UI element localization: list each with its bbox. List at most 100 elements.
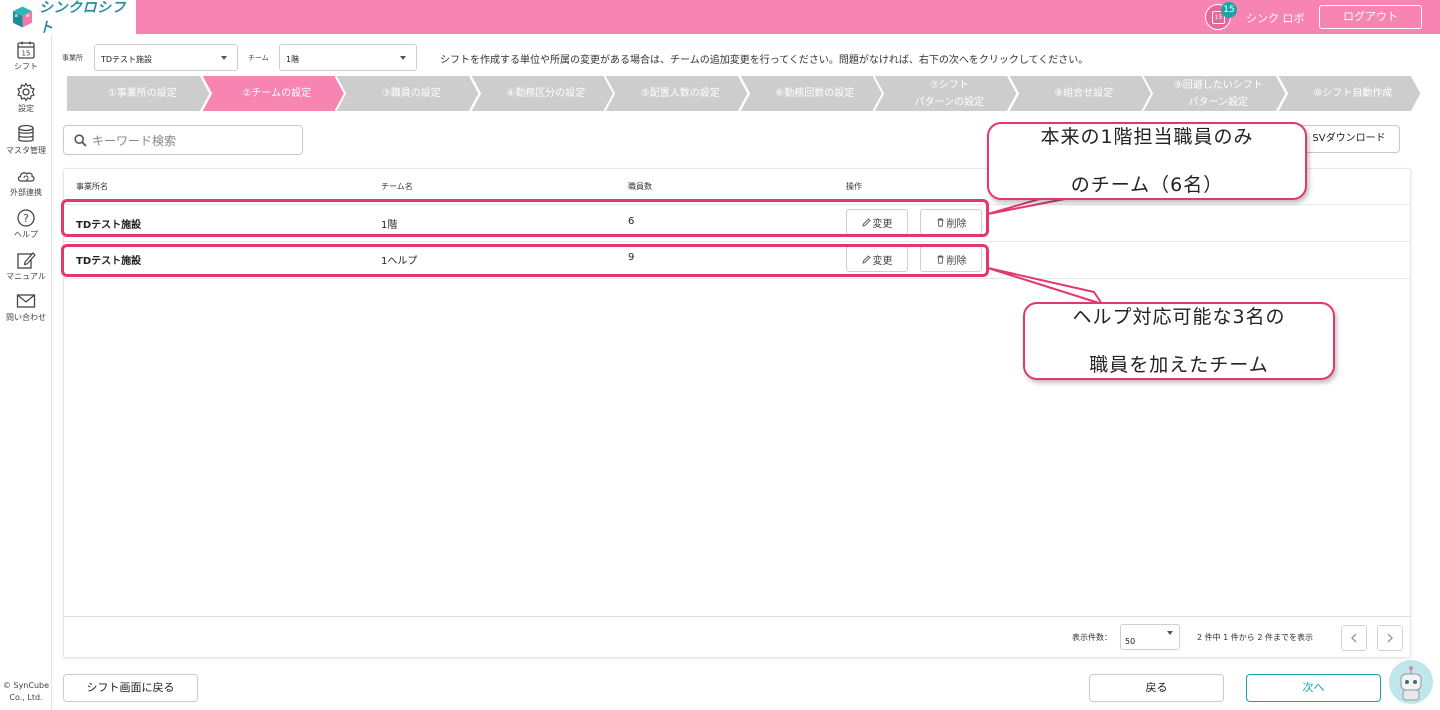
edit-icon [17,252,36,269]
sidebar-item-label: ヘルプ [14,230,38,239]
step-label-line: ③職員の設定 [381,88,441,99]
step-1[interactable]: ①事業所の設定 [66,75,211,112]
step-7[interactable]: ⑦シフトパターンの設定 [873,75,1018,112]
office-select-value: TDテスト施設 [101,55,153,64]
cloud-sync-icon [17,172,35,182]
mail-icon [16,294,36,308]
per-page-select[interactable]: 50 [1120,624,1180,650]
highlight-row-2 [61,244,989,277]
calendar-day-text: 15 [22,50,31,58]
column-header-actions: 操作 [846,182,862,191]
copyright: © SynCube Co., Ltd. [0,680,52,704]
help-icon: ? [17,209,35,227]
sidebar-item-label: 外部連携 [10,188,42,197]
calendar-icon: 15 [17,41,35,59]
step-4[interactable]: ④勤務区分の設定 [469,75,614,112]
back-button[interactable]: 戻る [1089,674,1224,702]
user-name[interactable]: シンク ロボ [1246,10,1305,26]
table-footer-divider [64,616,1410,617]
sidebar-item-contact[interactable]: 問い合わせ [0,291,52,323]
step-3[interactable]: ③職員の設定 [335,75,480,112]
step-label: ⑤配置人数の設定 [633,85,720,102]
sidebar-item-label: シフト [14,62,38,71]
team-filter-label: チーム [248,54,269,62]
step-label: ⑨回避したいシフト パターン設定 [1166,77,1263,111]
copyright-line: Co., Ltd. [9,693,43,702]
column-header-count: 職員数 [628,182,652,191]
step-6[interactable]: ⑥勤務回数の設定 [738,75,883,112]
row-divider [64,241,1410,242]
office-select[interactable]: TDテスト施設 [94,44,238,71]
next-button[interactable]: 次へ [1246,674,1381,702]
sidebar-item-settings[interactable]: 設定 [0,82,52,114]
sidebar-item-integration[interactable]: 外部連携 [0,166,52,198]
sidebar-item-master[interactable]: マスタ管理 [0,124,52,156]
search-input[interactable] [92,132,292,150]
chevron-down-icon [400,56,406,60]
per-page-value: 50 [1125,637,1136,646]
sidebar-item-shift[interactable]: 15 シフト [0,40,52,72]
logo-text: シンクロシフト [39,0,127,36]
step-label: ⑥勤務回数の設定 [767,85,854,102]
step-label-line: パターン設定 [1188,96,1249,108]
callout-line: 職員を加えたチーム [1089,354,1269,376]
column-header-office: 事業所名 [76,182,108,191]
callout-line: 本来の1階担当職員のみ [1040,126,1254,148]
step-label-line: ⑥勤務回数の設定 [775,88,855,99]
column-header-team: チーム名 [381,182,413,191]
step-10[interactable]: ⑩シフト自動作成 [1276,75,1421,112]
search-box[interactable] [63,125,303,155]
sidebar-item-label: マニュアル [6,272,46,281]
app-header: シンクロシフト 15 15 シンク ロボ ログアウト [0,0,1440,36]
step-label: ④勤務区分の設定 [498,85,585,102]
robot-assistant-icon[interactable] [1389,660,1433,704]
sidebar: 15 シフト 設定 マスタ管理 外部連携 ? ヘルプ マニュアル 問い合わせ ©… [0,34,52,710]
pagination-info: 2 件中 1 件から 2 件までを表示 [1197,633,1313,642]
svg-text:?: ? [23,212,29,225]
back-to-shift-button[interactable]: シフト画面に戻る [63,674,198,702]
step-progress: ①事業所の設定 ②チームの設定 ③職員の設定 ④勤務区分の設定 ⑤配置人数の設定 ⑥勤務回… [66,75,1421,112]
notification-badge: 15 [1221,2,1237,18]
callout-line: のチーム（6名） [1070,174,1224,196]
chevron-down-icon [1167,631,1173,635]
team-select-value: 1階 [286,55,300,64]
app-logo[interactable]: シンクロシフト [0,0,136,36]
row-divider [64,278,1410,279]
step-label-line: ⑤配置人数の設定 [640,88,720,99]
next-page-button[interactable] [1377,625,1403,651]
step-label: ⑩シフト自動作成 [1305,85,1392,102]
callout-team-1f: 本来の1階担当職員のみ のチーム（6名） [987,122,1307,200]
chevron-down-icon [221,56,227,60]
sidebar-item-label: マスタ管理 [6,146,46,155]
gear-icon [17,82,35,102]
step-label-line: ⑧組合せ設定 [1054,88,1114,99]
sidebar-item-label: 問い合わせ [6,313,46,322]
step-label-line: ④勤務区分の設定 [506,88,586,99]
prev-page-button[interactable] [1341,625,1367,651]
step-label: ③職員の設定 [374,85,441,102]
search-icon [74,134,87,147]
team-select[interactable]: 1階 [279,44,417,71]
highlight-row-1 [61,199,989,237]
step-label-line: ⑨回避したいシフト [1173,79,1263,91]
step-label-line: パターンの設定 [914,96,985,108]
callout-team-help: ヘルプ対応可能な3名の 職員を加えたチーム [1023,302,1335,380]
step-label: ⑧組合せ設定 [1046,85,1113,102]
filter-row: 事業所 TDテスト施設 チーム 1階 シフトを作成する単位や所属の変更がある場合… [62,42,1422,72]
callout-line: ヘルプ対応可能な3名の [1072,306,1286,328]
sidebar-item-manual[interactable]: マニュアル [0,250,52,282]
copyright-line: © SynCube [2,681,50,690]
step-2[interactable]: ②チームの設定 [200,75,345,112]
step-label-line: ⑩シフト自動作成 [1313,88,1393,99]
per-page-label: 表示件数： [1072,633,1112,642]
step-label: ⑦シフトパターンの設定 [907,77,985,111]
step-label: ②チームの設定 [234,85,311,102]
team-table: 事業所名 チーム名 職員数 操作 TDテスト施設 1階 6 変更 削除 TDテス… [63,168,1411,658]
logout-button[interactable]: ログアウト [1319,5,1422,29]
step-5[interactable]: ⑤配置人数の設定 [604,75,749,112]
step-label-line: ①事業所の設定 [107,88,177,99]
sidebar-item-help[interactable]: ? ヘルプ [0,208,52,240]
step-label-line: ⑦シフト [929,79,969,91]
instruction-text: シフトを作成する単位や所属の変更がある場合は、チームの追加変更を行ってください。… [440,55,1089,66]
database-icon [18,124,34,142]
